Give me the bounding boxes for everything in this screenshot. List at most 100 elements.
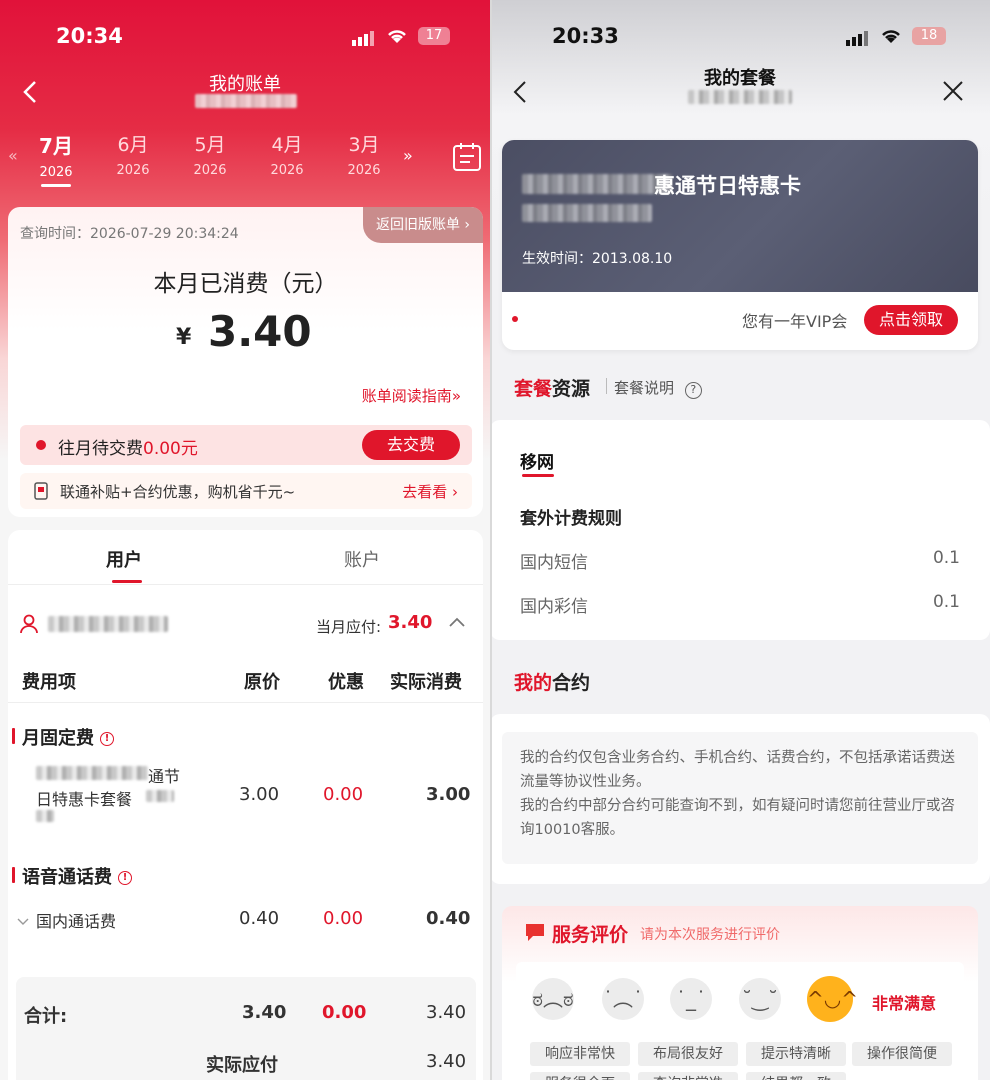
months-prev-icon[interactable]: « <box>8 146 18 165</box>
question-icon: ? <box>684 382 702 399</box>
status-time: 20:34 <box>56 24 123 48</box>
very-satisfied-face-icon[interactable]: ^◡^ <box>807 976 858 1022</box>
fee-name: 国内通话费 <box>36 912 117 931</box>
screen-divider <box>490 0 492 1080</box>
vip-text: 您有一年VIP会 <box>742 312 848 331</box>
phone-icon <box>34 482 48 504</box>
tab-account[interactable]: 账户 <box>344 546 380 572</box>
neutral-face-icon[interactable]: ˙_˙ <box>670 978 712 1020</box>
feedback-tag[interactable]: 响应非常快 <box>530 1042 630 1066</box>
fee-price: 3.00 <box>239 784 280 805</box>
battery-indicator: 17 <box>418 27 450 45</box>
pay-button[interactable]: 去交费 <box>362 430 460 460</box>
total-box: 合计: 3.40 0.00 3.40 实际应付 3.40 <box>16 977 476 1080</box>
pending-payment-row: 往月待交费0.00元 去交费 <box>20 425 472 465</box>
fee-actual: 0.40 <box>426 908 471 929</box>
total-price: 3.40 <box>242 1002 287 1023</box>
wifi-icon <box>880 27 902 49</box>
fee-discount: 0.00 <box>323 784 364 805</box>
masked-text <box>522 174 672 194</box>
package-card-top: 惠通节日特惠卡 生效时间：2013.08.10 <box>502 140 978 292</box>
feedback-tag[interactable]: 布局很友好 <box>638 1042 738 1066</box>
month-tab[interactable]: 3月 2026 <box>334 130 394 178</box>
section-marker <box>12 867 15 883</box>
month-tab[interactable]: 5月 2026 <box>180 130 240 178</box>
masked-text <box>522 204 652 222</box>
claim-vip-button[interactable]: 点击领取 <box>864 305 958 335</box>
wifi-icon <box>386 27 408 49</box>
divider <box>8 702 483 703</box>
feedback-tag[interactable]: 服务很全面 <box>530 1072 630 1080</box>
month-tab[interactable]: 6月 2026 <box>103 130 163 178</box>
feedback-tag[interactable]: 查询非常准 <box>638 1072 738 1080</box>
rule-value: 0.1 <box>932 592 960 612</box>
col-actual: 实际消费 <box>390 672 462 693</box>
consumed-amount: 3.40 <box>208 307 312 356</box>
masked-text <box>146 790 174 802</box>
status-time: 20:33 <box>552 24 619 48</box>
masked-text <box>36 810 54 822</box>
contract-note: 我的合约仅包含业务合约、手机合约、话费合约，不包括承诺话费送流量等协议性业务。 <box>520 750 955 790</box>
contract-panel: 我的合约仅包含业务合约、手机合约、话费合约，不包括承诺话费送流量等协议性业务。 … <box>490 714 990 884</box>
contract-note-box: 我的合约仅包含业务合约、手机合约、话费合约，不包括承诺话费送流量等协议性业务。 … <box>502 732 978 864</box>
package-screen: 20:33 18 我的套餐 惠通节日特惠卡 生效时间：2013.08.10 您有… <box>490 0 990 1080</box>
close-icon[interactable] <box>942 80 964 106</box>
rating-selected-label: 非常满意 <box>872 994 937 1013</box>
masked-user-number <box>48 616 168 632</box>
promo-row[interactable]: 联通补贴+合约优惠，购机省千元~ 去看看 › <box>20 473 472 509</box>
total-actual: 3.40 <box>426 1002 467 1023</box>
feedback-tag[interactable]: 提示特清晰 <box>746 1042 846 1066</box>
tab-user[interactable]: 用户 <box>106 546 142 572</box>
package-card: 惠通节日特惠卡 生效时间：2013.08.10 您有一年VIP会 点击领取 <box>502 140 978 350</box>
promo-link[interactable]: 去看看 › <box>402 481 458 502</box>
feedback-tag[interactable]: 操作很简便 <box>852 1042 952 1066</box>
chevron-down-icon[interactable] <box>16 912 30 931</box>
query-time: 查询时间：2026-07-29 20:34:24 <box>20 226 239 242</box>
chat-icon <box>524 922 546 946</box>
dot-icon <box>512 316 518 322</box>
month-tab[interactable]: 4月 2026 <box>257 130 317 178</box>
section-title: 语音通话费! <box>22 863 132 889</box>
rule-name: 国内彩信 <box>520 597 588 617</box>
masked-phone-number <box>195 94 297 108</box>
fee-discount: 0.00 <box>323 908 364 929</box>
section-marker <box>12 728 15 744</box>
fee-name: 通节 <box>148 767 181 786</box>
currency-symbol: ¥ <box>176 325 192 350</box>
months-next-icon[interactable]: » <box>403 146 413 165</box>
calendar-icon[interactable] <box>452 142 482 176</box>
page-title: 我的账单 <box>209 74 281 95</box>
fee-price: 0.40 <box>239 908 280 929</box>
divider <box>606 378 607 394</box>
resources-title: 套餐资源 <box>514 378 591 400</box>
battery-indicator: 18 <box>912 27 946 45</box>
satisfied-face-icon[interactable]: ˘‿˘ <box>739 978 781 1020</box>
guide-link[interactable]: 账单阅读指南» <box>362 385 461 406</box>
user-icon <box>20 614 38 638</box>
bill-detail-panel: 用户 账户 当月应付: 3.40 费用项 原价 优惠 实际消费 月固定费! 通节… <box>8 530 483 1080</box>
feedback-tag[interactable]: 结果都一致 <box>746 1072 846 1080</box>
divider <box>8 584 483 585</box>
section-title: 月固定费! <box>22 724 114 750</box>
pending-text: 往月待交费0.00元 <box>58 439 198 459</box>
signal-icon <box>352 30 378 50</box>
tab-mobile-network[interactable]: 移网 <box>520 448 554 473</box>
old-bill-button[interactable]: 返回旧版账单 › <box>363 207 483 243</box>
masked-phone-number <box>688 90 792 104</box>
chevron-up-icon[interactable] <box>448 614 466 633</box>
rating-subtitle: 请为本次服务进行评价 <box>640 927 780 943</box>
col-fee-item: 费用项 <box>22 672 76 693</box>
col-price: 原价 <box>244 672 280 693</box>
month-tab-active[interactable]: 7月 2026 <box>26 130 86 187</box>
promo-text: 联通补贴+合约优惠，购机省千元~ <box>60 483 296 501</box>
very-unsatisfied-face-icon[interactable]: ಠ︵ಠ <box>532 978 574 1020</box>
col-discount: 优惠 <box>328 672 364 693</box>
fee-name: 日特惠卡套餐 <box>36 790 133 809</box>
total-discount: 0.00 <box>322 1002 367 1023</box>
unsatisfied-face-icon[interactable]: ˙︵˙ <box>602 978 644 1020</box>
rule-name: 国内短信 <box>520 553 588 573</box>
consumed-label: 本月已消费（元） <box>153 271 338 297</box>
signal-icon <box>846 30 872 50</box>
payable-amount: 3.40 <box>426 1051 467 1072</box>
package-help-link[interactable]: 套餐说明 ? <box>614 377 702 399</box>
